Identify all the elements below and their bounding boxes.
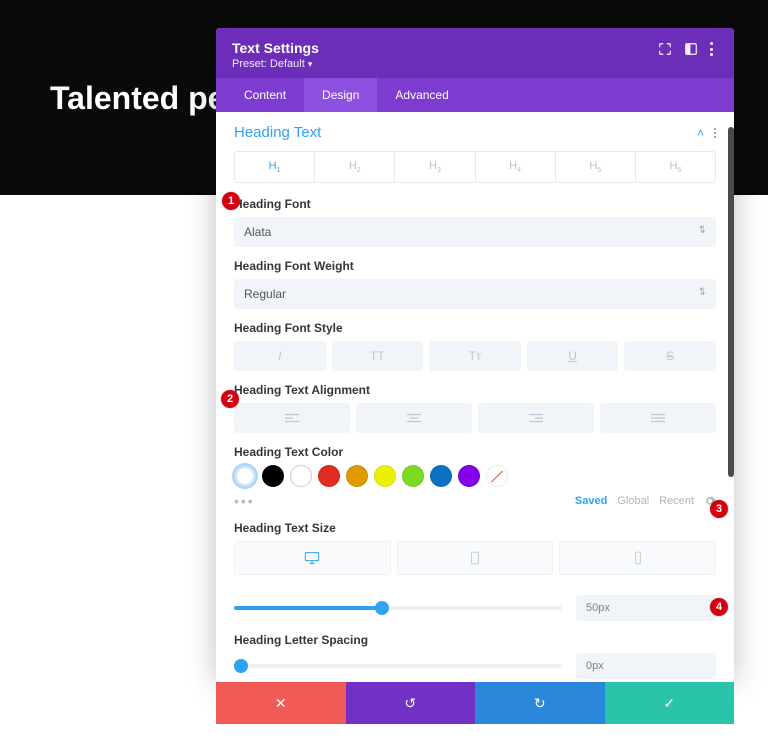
tab-design[interactable]: Design	[304, 78, 377, 112]
swatch-red[interactable]	[318, 465, 340, 487]
swatch-none[interactable]	[486, 465, 508, 487]
annotation-marker-4: 4	[710, 598, 728, 616]
color-swatches	[234, 465, 716, 487]
section-kebab-icon[interactable]	[714, 128, 716, 138]
label-text-size: Heading Text Size	[234, 521, 716, 535]
letter-spacing-input[interactable]: 0px	[576, 653, 716, 679]
swatch-source-links: Saved Global Recent	[575, 495, 716, 507]
kebab-icon[interactable]	[710, 42, 724, 56]
section-title: Heading Text	[234, 124, 321, 141]
scrollbar[interactable]	[728, 127, 734, 477]
italic-button[interactable]: I	[234, 341, 326, 371]
text-settings-modal: Text Settings Preset: Default Content De…	[216, 28, 734, 682]
annotation-marker-2: 2	[221, 390, 239, 408]
strikethrough-button[interactable]: S	[624, 341, 716, 371]
heading-level-tabs: H1 H2 H3 H4 H5 H6	[234, 151, 716, 183]
h-tab-h3[interactable]: H3	[395, 152, 475, 182]
preset-label: Preset:	[232, 58, 267, 70]
h-tab-h1[interactable]: H1	[235, 152, 315, 182]
underline-button[interactable]: U	[527, 341, 619, 371]
heading-font-select[interactable]: Alata	[234, 217, 716, 247]
label-font-weight: Heading Font Weight	[234, 259, 716, 273]
swatch-white[interactable]	[290, 465, 312, 487]
cancel-button[interactable]: ✕	[216, 682, 346, 724]
swatch-orange[interactable]	[346, 465, 368, 487]
panel-body: Heading Text ˄ H1 H2 H3 H4 H5 H6 Heading…	[216, 112, 734, 682]
label-text-color: Heading Text Color	[234, 445, 716, 459]
letter-spacing-row: 0px	[234, 653, 716, 679]
smallcaps-button[interactable]: Tᴛ	[429, 341, 521, 371]
device-tablet-tab[interactable]	[397, 541, 554, 575]
swatch-link-saved[interactable]: Saved	[575, 495, 607, 507]
device-tabs	[234, 541, 716, 575]
label-text-align: Heading Text Alignment	[234, 383, 716, 397]
undo-button[interactable]: ↺	[346, 682, 476, 724]
device-phone-tab[interactable]	[559, 541, 716, 575]
modal-title: Text Settings	[232, 40, 718, 56]
annotation-marker-3: 3	[710, 500, 728, 518]
swatch-yellow[interactable]	[374, 465, 396, 487]
swatch-green[interactable]	[402, 465, 424, 487]
font-style-buttons: I TT Tᴛ U S	[234, 341, 716, 371]
label-heading-font: Heading Font	[234, 197, 716, 211]
h-tab-h5[interactable]: H5	[556, 152, 636, 182]
swatch-link-global[interactable]: Global	[617, 495, 649, 507]
h-tab-h4[interactable]: H4	[476, 152, 556, 182]
panel-icon[interactable]	[684, 42, 698, 56]
align-center-button[interactable]	[356, 403, 472, 433]
modal-footer: ✕ ↺ ↻ ✓	[216, 682, 734, 724]
redo-button[interactable]: ↻	[475, 682, 605, 724]
swatch-link-recent[interactable]: Recent	[659, 495, 694, 507]
save-button[interactable]: ✓	[605, 682, 735, 724]
text-size-row: 50px	[234, 595, 716, 621]
expand-icon[interactable]	[658, 42, 672, 56]
align-right-button[interactable]	[478, 403, 594, 433]
tab-advanced[interactable]: Advanced	[377, 78, 466, 112]
label-letter-spacing: Heading Letter Spacing	[234, 633, 716, 647]
caret-down-icon	[308, 58, 313, 70]
swatch-current[interactable]	[234, 465, 256, 487]
alignment-buttons	[234, 403, 716, 433]
more-swatches-icon[interactable]: •••	[234, 493, 255, 509]
swatch-purple[interactable]	[458, 465, 480, 487]
align-left-button[interactable]	[234, 403, 350, 433]
device-desktop-tab[interactable]	[234, 541, 391, 575]
preset-value: Default	[270, 58, 305, 70]
chevron-up-icon[interactable]: ˄	[697, 126, 704, 140]
section-header[interactable]: Heading Text ˄	[234, 124, 716, 141]
h-tab-h6[interactable]: H6	[636, 152, 715, 182]
annotation-marker-1: 1	[222, 192, 240, 210]
letter-spacing-slider[interactable]	[234, 664, 562, 668]
uppercase-button[interactable]: TT	[332, 341, 424, 371]
header-icons	[658, 42, 724, 56]
tab-content[interactable]: Content	[226, 78, 304, 112]
label-font-style: Heading Font Style	[234, 321, 716, 335]
h-tab-h2[interactable]: H2	[315, 152, 395, 182]
modal-header: Text Settings Preset: Default	[216, 28, 734, 78]
align-justify-button[interactable]	[600, 403, 716, 433]
swatch-black[interactable]	[262, 465, 284, 487]
text-size-input[interactable]: 50px	[576, 595, 716, 621]
text-size-slider[interactable]	[234, 606, 562, 610]
preset-selector[interactable]: Preset: Default	[232, 58, 718, 70]
settings-tabs: Content Design Advanced	[216, 78, 734, 112]
font-weight-select[interactable]: Regular	[234, 279, 716, 309]
swatch-blue[interactable]	[430, 465, 452, 487]
